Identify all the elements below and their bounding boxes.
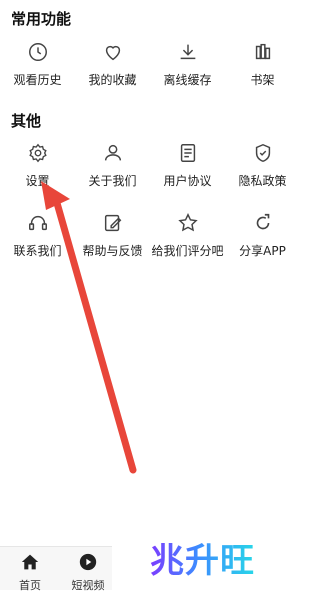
privacy-policy-label: 隐私政策 <box>238 174 287 188</box>
document-icon <box>180 144 195 162</box>
about-us-label: 关于我们 <box>88 174 137 188</box>
nav-short-video[interactable]: 短视频 <box>64 553 112 593</box>
bookshelf-icon <box>255 43 270 60</box>
watermark-logo: 兆升旺 <box>150 533 255 582</box>
watch-history-button[interactable]: 观看历史 <box>0 41 75 88</box>
edit-icon <box>104 214 121 232</box>
play-icon <box>79 553 97 571</box>
gear-icon <box>28 143 47 163</box>
download-icon <box>180 44 195 60</box>
other-title: 其他 <box>11 112 42 130</box>
my-favorites-button[interactable]: 我的收藏 <box>75 41 150 88</box>
nav-home[interactable]: 首页 <box>6 553 54 593</box>
bottom-navigation: 首页 短视频 <box>0 546 112 593</box>
about-us-button[interactable]: 关于我们 <box>75 142 150 189</box>
user-agreement-label: 用户协议 <box>163 174 212 188</box>
rate-us-button[interactable]: 给我们评分吧 <box>150 212 225 259</box>
clock-icon <box>28 43 47 61</box>
bookshelf-button[interactable]: 书架 <box>225 41 300 88</box>
star-icon <box>177 213 198 232</box>
users-icon <box>104 144 121 161</box>
nav-short-video-label: 短视频 <box>71 579 105 592</box>
nav-home-label: 首页 <box>19 579 41 592</box>
watch-history-label: 观看历史 <box>13 73 62 87</box>
share-icon <box>256 213 269 230</box>
my-favorites-label: 我的收藏 <box>88 73 137 87</box>
heart-icon <box>105 45 120 61</box>
home-icon <box>21 554 39 570</box>
settings-label: 设置 <box>25 174 50 188</box>
user-agreement-button[interactable]: 用户协议 <box>150 142 225 189</box>
help-feedback-button[interactable]: 帮助与反馈 <box>75 212 150 259</box>
rate-us-label: 给我们评分吧 <box>151 244 224 258</box>
offline-cache-button[interactable]: 离线缓存 <box>150 41 225 88</box>
share-app-button[interactable]: 分享APP <box>225 212 300 259</box>
share-app-label: 分享APP <box>239 244 286 258</box>
shield-icon <box>255 143 270 163</box>
contact-us-button[interactable]: 联系我们 <box>0 212 75 259</box>
annotation-arrow <box>41 181 137 474</box>
settings-button[interactable]: 设置 <box>0 142 75 189</box>
offline-cache-label: 离线缓存 <box>163 73 212 87</box>
privacy-policy-button[interactable]: 隐私政策 <box>225 142 300 189</box>
contact-us-label: 联系我们 <box>13 244 62 258</box>
bookshelf-label: 书架 <box>250 73 275 87</box>
common-functions-title: 常用功能 <box>11 10 72 28</box>
help-feedback-label: 帮助与反馈 <box>82 244 143 258</box>
headset-icon <box>28 215 47 231</box>
